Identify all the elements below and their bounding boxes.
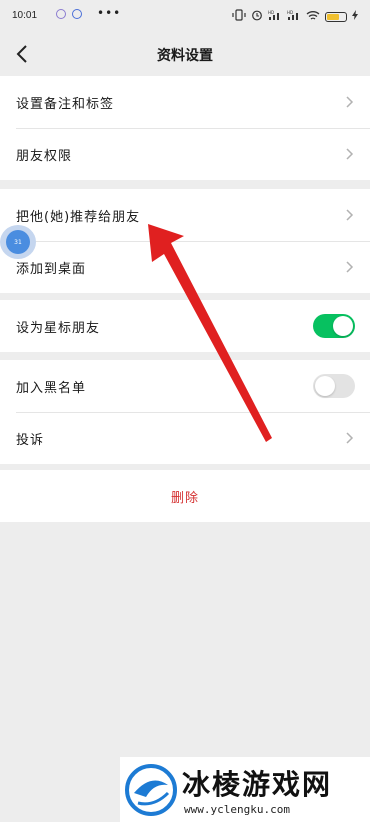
status-bar: 10:01 ••• HD HD <box>0 0 370 34</box>
bubble-badge: 31 <box>6 230 30 254</box>
chevron-right-icon <box>346 432 354 444</box>
chevron-right-icon <box>346 96 354 108</box>
toggle-knob <box>315 376 335 396</box>
charging-icon <box>352 10 358 23</box>
battery-icon <box>325 11 347 22</box>
setting-label: 投诉 <box>16 432 45 448</box>
setting-row-blacklist: 加入黑名单 <box>0 360 370 412</box>
svg-text:HD: HD <box>287 10 293 15</box>
chevron-right-icon <box>346 148 354 160</box>
setting-row-remark-tags[interactable]: 设置备注和标签 <box>0 76 370 128</box>
chevron-right-icon <box>346 261 354 273</box>
more-notifications-icon: ••• <box>97 6 122 20</box>
signal-icon-2: HD <box>287 10 301 24</box>
star-friend-toggle[interactable] <box>313 314 355 338</box>
settings-group-remark: 设置备注和标签 朋友权限 <box>0 76 370 180</box>
watermark-title: 冰棱游戏网 <box>182 768 333 801</box>
setting-label: 设为星标朋友 <box>16 320 101 336</box>
watermark-banner: 冰棱游戏网 www.yclengku.com <box>120 757 370 822</box>
setting-label: 加入黑名单 <box>16 380 87 396</box>
settings-group-block: 加入黑名单 投诉 <box>0 360 370 464</box>
setting-row-add-to-desktop[interactable]: 添加到桌面 <box>0 241 370 293</box>
setting-label: 设置备注和标签 <box>16 96 115 112</box>
settings-group-share: 把他(她)推荐给朋友 添加到桌面 <box>0 189 370 293</box>
floating-assistant-bubble[interactable]: 31 <box>0 225 36 259</box>
signal-icon-1: HD <box>268 10 282 24</box>
delete-group: 删除 <box>0 470 370 522</box>
shield-notification-icon <box>72 9 82 19</box>
setting-row-star-friend: 设为星标朋友 <box>0 300 370 352</box>
watermark-url: www.yclengku.com <box>184 803 290 816</box>
wifi-icon <box>306 10 320 24</box>
blacklist-toggle[interactable] <box>313 374 355 398</box>
delete-label: 删除 <box>170 490 199 506</box>
system-icons: HD HD <box>232 9 358 24</box>
setting-row-complain[interactable]: 投诉 <box>0 412 370 464</box>
setting-label: 把他(她)推荐给朋友 <box>16 209 141 225</box>
vibrate-icon <box>232 9 246 24</box>
alarm-icon <box>251 9 263 24</box>
settings-group-star: 设为星标朋友 <box>0 300 370 352</box>
svg-text:HD: HD <box>268 10 274 15</box>
setting-row-recommend-to-friend[interactable]: 把他(她)推荐给朋友 <box>0 189 370 241</box>
notification-icons <box>56 9 82 19</box>
setting-row-friend-permissions[interactable]: 朋友权限 <box>0 128 370 180</box>
setting-label: 添加到桌面 <box>16 261 87 277</box>
toggle-knob <box>333 316 353 336</box>
navigation-bar: 资料设置 <box>0 34 370 76</box>
app-notification-icon <box>56 9 66 19</box>
chevron-right-icon <box>346 209 354 221</box>
status-time: 10:01 <box>12 10 38 21</box>
delete-button[interactable]: 删除 <box>0 470 370 522</box>
page-title: 资料设置 <box>157 48 213 64</box>
setting-label: 朋友权限 <box>16 148 73 164</box>
watermark-logo-icon <box>125 764 177 816</box>
